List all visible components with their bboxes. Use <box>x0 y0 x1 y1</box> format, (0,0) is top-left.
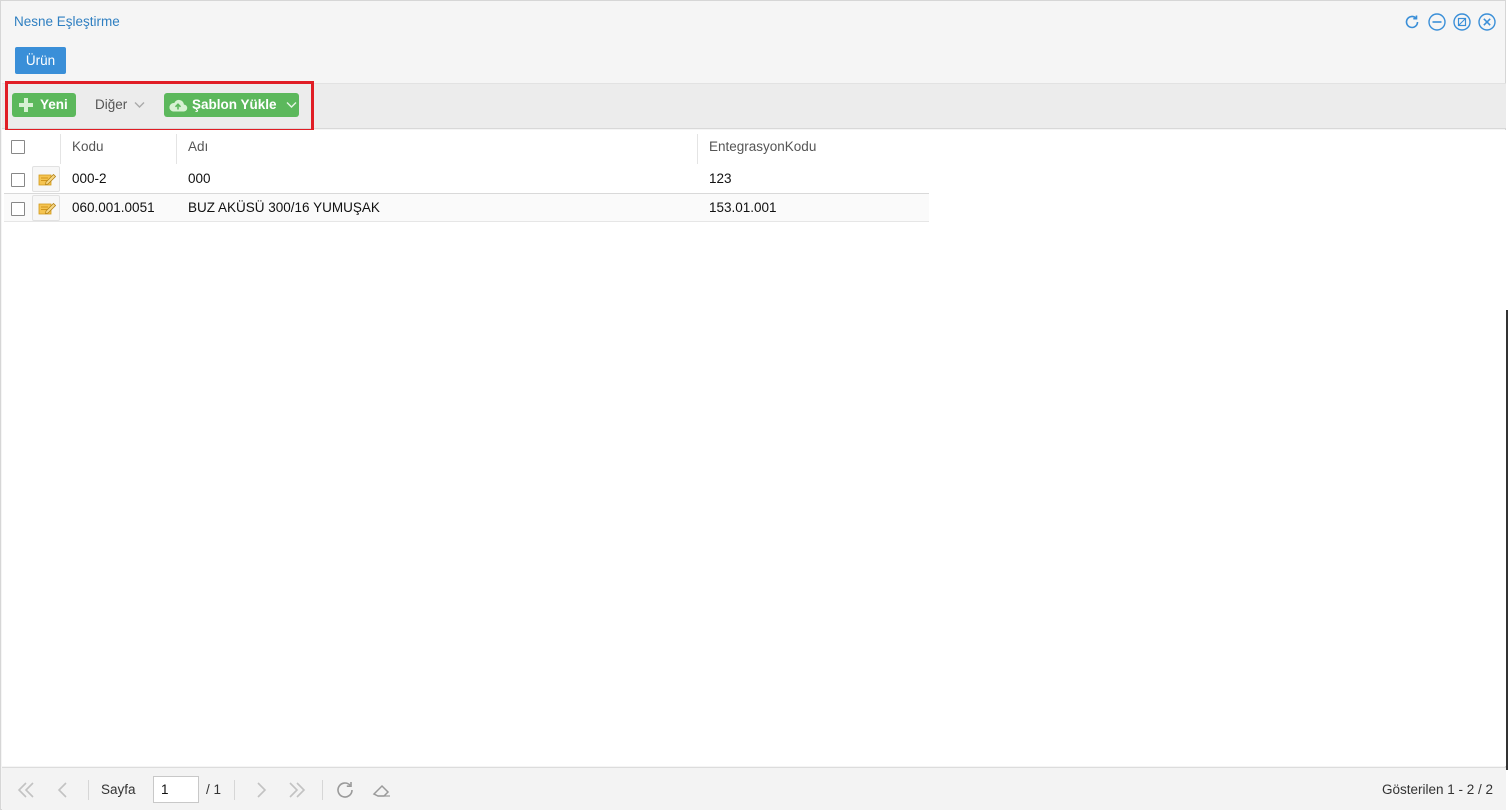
tab-product[interactable]: Ürün <box>15 47 66 74</box>
close-icon[interactable] <box>1477 12 1497 32</box>
cell-entegrasyon-kodu: 123 <box>709 171 732 186</box>
page-label: Sayfa <box>101 782 136 797</box>
previous-page-icon[interactable] <box>52 779 74 801</box>
page-number-input[interactable] <box>153 776 199 803</box>
pager-separator <box>88 780 89 800</box>
window-title: Nesne Eşleştirme <box>14 14 120 29</box>
cell-entegrasyon-kodu: 153.01.001 <box>709 200 777 215</box>
column-header-adi[interactable]: Adı <box>188 130 208 164</box>
select-all-checkbox[interactable] <box>11 140 25 154</box>
cell-adi: 000 <box>188 171 211 186</box>
column-separator <box>697 134 698 164</box>
restore-icon[interactable] <box>1452 12 1472 32</box>
cell-adi: BUZ AKÜSÜ 300/16 YUMUŞAK <box>188 200 380 215</box>
window-controls <box>1402 12 1497 32</box>
minimize-icon[interactable] <box>1427 12 1447 32</box>
cell-kodu: 060.001.0051 <box>72 200 155 215</box>
eraser-icon[interactable] <box>371 779 393 801</box>
pager-separator <box>234 780 235 800</box>
toolbar-highlight-box <box>5 81 314 132</box>
records-summary: Gösterilen 1 - 2 / 2 <box>1381 782 1493 797</box>
column-separator <box>60 134 61 164</box>
edit-icon[interactable] <box>32 166 60 192</box>
table-row[interactable]: 060.001.0051 BUZ AKÜSÜ 300/16 YUMUŞAK 15… <box>4 193 929 222</box>
total-pages: / 1 <box>206 782 222 797</box>
next-page-icon[interactable] <box>250 779 272 801</box>
reload-icon[interactable] <box>334 779 356 801</box>
pagination-bar: Sayfa / 1 Gösterilen 1 - 2 / 2 <box>2 767 1506 810</box>
column-separator <box>176 134 177 164</box>
refresh-icon[interactable] <box>1402 12 1422 32</box>
edit-icon[interactable] <box>32 195 60 221</box>
last-page-icon[interactable] <box>286 779 308 801</box>
row-checkbox[interactable] <box>11 173 25 187</box>
table-row[interactable]: 000-2 000 123 <box>4 165 929 194</box>
column-header-kodu[interactable]: Kodu <box>72 130 104 164</box>
window-titlebar: Nesne Eşleştirme <box>1 1 1505 43</box>
first-page-icon[interactable] <box>15 779 37 801</box>
column-header-entegrasyon-kodu[interactable]: EntegrasyonKodu <box>709 130 816 164</box>
cell-kodu: 000-2 <box>72 171 107 186</box>
data-grid: Kodu Adı EntegrasyonKodu 000-2 000 123 0… <box>2 130 1506 766</box>
object-mapping-window: Nesne Eşleştirme Ürün Yeni Diğer Şablon … <box>0 0 1506 810</box>
pager-separator <box>322 780 323 800</box>
row-checkbox[interactable] <box>11 202 25 216</box>
